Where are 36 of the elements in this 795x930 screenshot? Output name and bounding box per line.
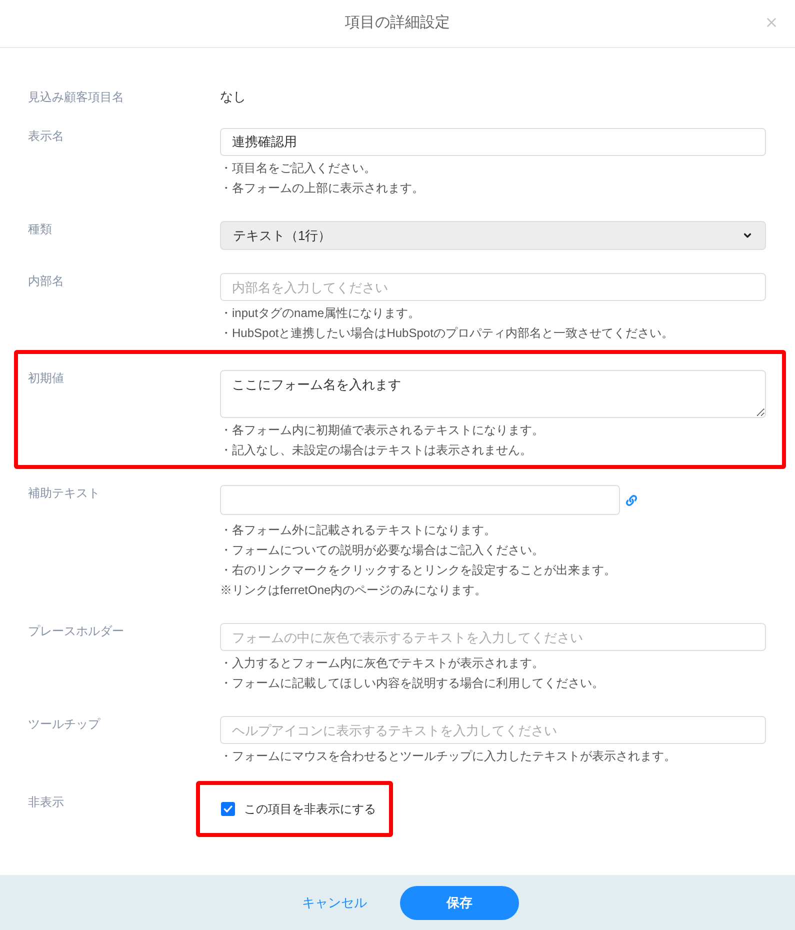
textarea-field[interactable]: ここにフォーム名を入れます xyxy=(220,370,766,418)
hint-text: ・右のリンクマークをクリックするとリンクを設定することが出来ます。 xyxy=(220,562,617,579)
checkbox-label: この項目を非表示にする xyxy=(244,801,376,817)
field-label: 内部名 xyxy=(28,273,64,289)
hint-text: ・inputタグのname属性になります。 xyxy=(220,305,422,322)
field-label: ツールチップ xyxy=(28,716,100,732)
hint-text: ・フォームにマウスを合わせるとツールチップに入力したテキストが表示されます。 xyxy=(220,748,677,765)
field-label: プレースホルダー xyxy=(28,623,124,639)
dialog-title: 項目の詳細設定 xyxy=(345,13,450,34)
hint-text: ・フォームについての説明が必要な場合はご記入ください。 xyxy=(220,542,545,559)
field-label: 見込み顧客項目名 xyxy=(28,89,124,105)
hint-text: ※リンクはferretOne内のページのみになります。 xyxy=(220,582,488,599)
close-icon xyxy=(764,15,779,30)
field-value: なし xyxy=(220,89,246,105)
text-input[interactable] xyxy=(220,485,620,515)
checkbox[interactable] xyxy=(221,802,235,816)
text-input[interactable]: 連携確認用 xyxy=(220,128,766,156)
link-icon[interactable] xyxy=(626,494,637,506)
type-select[interactable]: テキスト（1行） xyxy=(220,221,766,250)
field-label: 補助テキスト xyxy=(28,485,100,501)
text-input[interactable]: ヘルプアイコンに表示するテキストを入力してください xyxy=(220,716,766,744)
text-input[interactable]: フォームの中に灰色で表示するテキストを入力してください xyxy=(220,623,766,651)
close-button[interactable] xyxy=(764,15,779,30)
field-label: 非表示 xyxy=(28,794,64,810)
field-label: 種類 xyxy=(28,221,52,237)
hint-text: ・入力するとフォーム内に灰色でテキストが表示されます。 xyxy=(220,655,545,672)
hint-text: ・各フォーム外に記載されるテキストになります。 xyxy=(220,522,497,539)
hint-text: ・HubSpotと連携したい場合はHubSpotのプロパティ内部名と一致させてください。 xyxy=(220,325,674,342)
hint-text: ・フォームに記載してほしい内容を説明する場合に利用してください。 xyxy=(220,675,605,692)
hint-text: ・項目名をご記入ください。 xyxy=(220,160,377,177)
hint-text: ・各フォーム内に初期値で表示されるテキストになります。 xyxy=(220,422,545,439)
hint-text: ・記入なし、未設定の場合はテキストは表示されません。 xyxy=(220,442,533,459)
hint-text: ・各フォームの上部に表示されます。 xyxy=(220,180,425,197)
field-label: 表示名 xyxy=(28,128,64,144)
text-input[interactable]: 内部名を入力してください xyxy=(220,273,766,301)
field-label: 初期値 xyxy=(28,370,64,386)
